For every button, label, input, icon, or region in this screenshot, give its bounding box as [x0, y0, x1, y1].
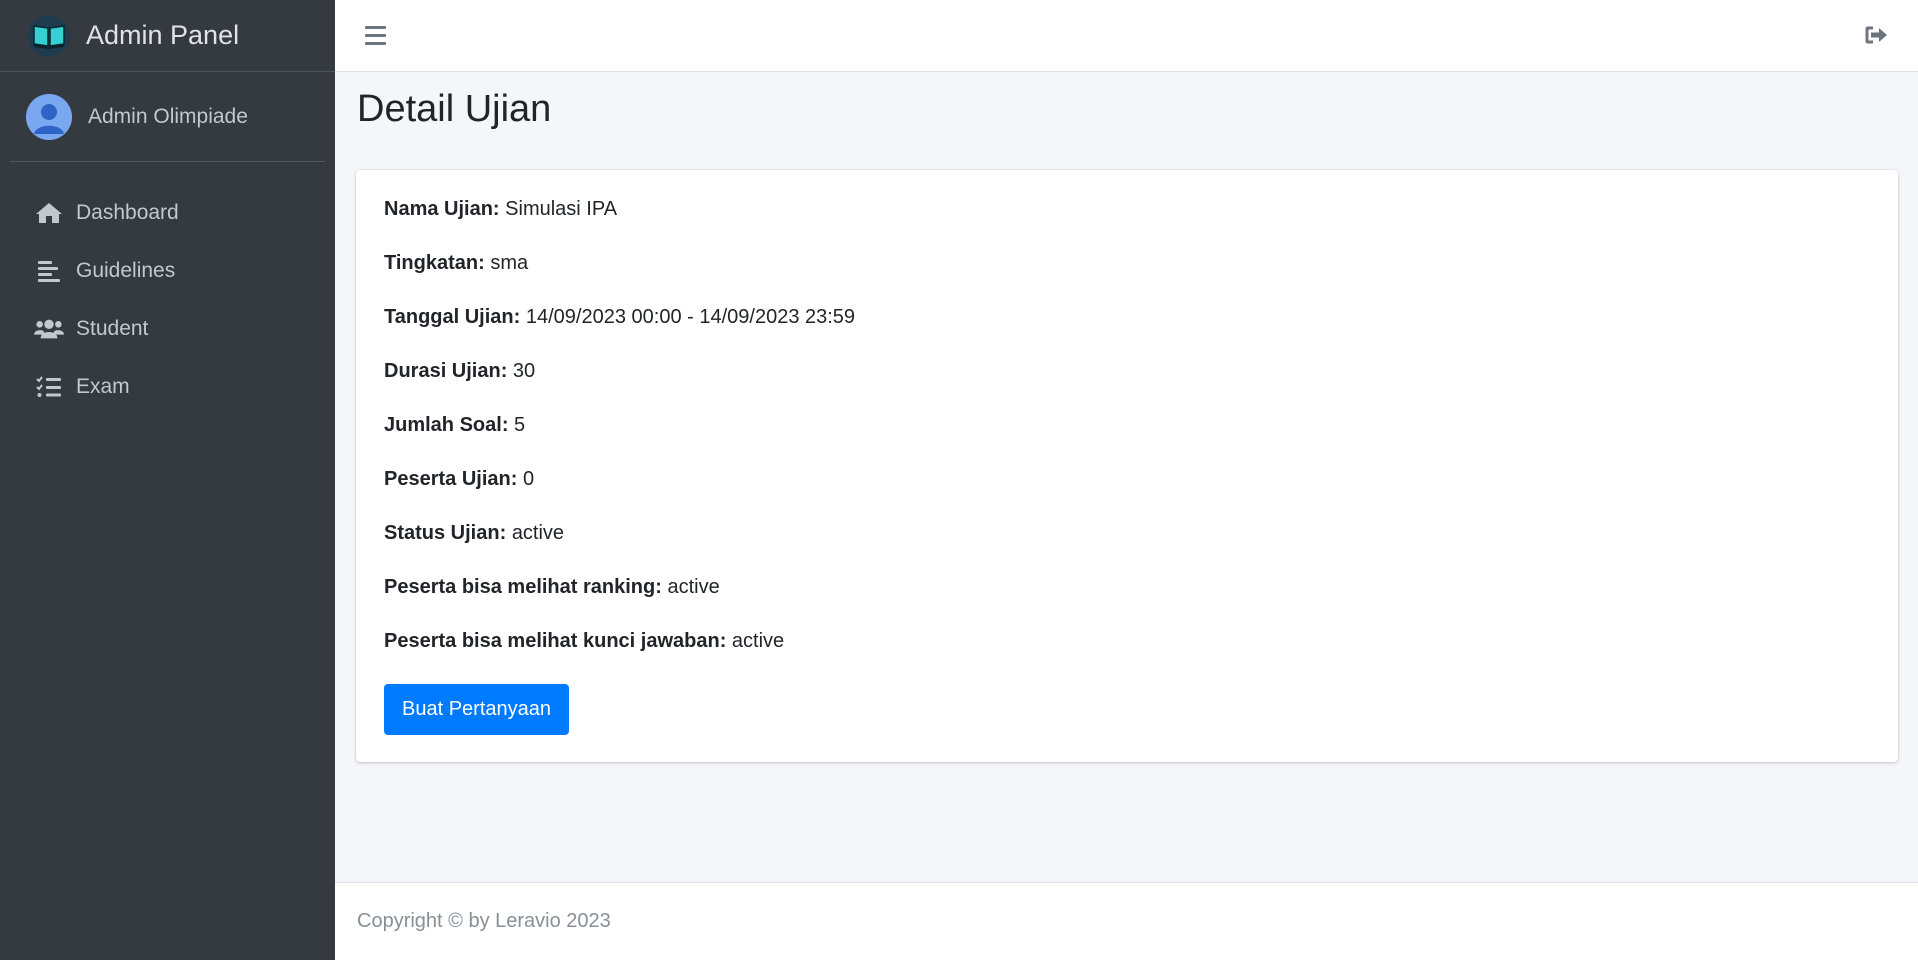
sidebar-item-label: Dashboard	[76, 201, 179, 224]
detail-lihat-kunci-jawaban: Peserta bisa melihat kunci jawaban: acti…	[384, 628, 1870, 682]
top-navbar	[335, 0, 1918, 72]
sidebar-item-exam[interactable]: Exam	[0, 358, 335, 416]
copyright-text: Copyright © by Leravio 2023	[357, 910, 611, 932]
detail-jumlah-soal: Jumlah Soal: 5	[384, 412, 1870, 466]
detail-durasi-ujian: Durasi Ujian: 30	[384, 358, 1870, 412]
detail-label: Nama Ujian:	[384, 198, 500, 220]
home-icon	[34, 200, 64, 226]
detail-label: Peserta bisa melihat kunci jawaban:	[384, 630, 727, 652]
user-name[interactable]: Admin Olimpiade	[88, 105, 248, 129]
detail-value: Simulasi IPA	[505, 198, 618, 220]
sidebar-item-label: Exam	[76, 375, 130, 398]
brand-title: Admin Panel	[86, 20, 240, 50]
sidebar: Admin Panel Admin Olimpiade Dashboard Gu…	[0, 0, 335, 960]
user-avatar-icon	[26, 93, 72, 140]
exam-detail-card: Nama Ujian: Simulasi IPA Tingkatan: sma …	[356, 170, 1898, 762]
page-title: Detail Ujian	[357, 88, 552, 130]
detail-label: Jumlah Soal:	[384, 414, 509, 436]
user-panel: Admin Olimpiade	[10, 72, 325, 162]
detail-value: active	[667, 576, 720, 598]
detail-label: Tingkatan:	[384, 252, 485, 274]
detail-label: Tanggal Ujian:	[384, 306, 521, 328]
open-book-icon	[28, 14, 70, 57]
detail-tanggal-ujian: Tanggal Ujian: 14/09/2023 00:00 - 14/09/…	[384, 304, 1870, 358]
detail-status-ujian: Status Ujian: active	[384, 520, 1870, 574]
sidebar-nav: Dashboard Guidelines Student Exam	[0, 162, 335, 416]
sign-out-icon[interactable]	[1862, 20, 1892, 50]
detail-label: Peserta bisa melihat ranking:	[384, 576, 662, 598]
sidebar-item-dashboard[interactable]: Dashboard	[0, 184, 335, 242]
detail-peserta-ujian: Peserta Ujian: 0	[384, 466, 1870, 520]
users-icon	[34, 316, 64, 342]
detail-label: Status Ujian:	[384, 522, 507, 544]
detail-tingkatan: Tingkatan: sma	[384, 250, 1870, 304]
detail-value: 30	[512, 360, 536, 382]
detail-lihat-ranking: Peserta bisa melihat ranking: active	[384, 574, 1870, 628]
sidebar-item-label: Student	[76, 317, 149, 340]
sidebar-item-guidelines[interactable]: Guidelines	[0, 242, 335, 300]
detail-value: 0	[522, 468, 535, 490]
footer: Copyright © by Leravio 2023	[335, 882, 1918, 960]
list-check-icon	[34, 374, 64, 400]
detail-value: sma	[490, 252, 529, 274]
align-left-icon	[34, 258, 64, 284]
create-question-button[interactable]: Buat Pertanyaan	[384, 684, 569, 735]
detail-label: Durasi Ujian:	[384, 360, 508, 382]
brand-link[interactable]: Admin Panel	[0, 0, 335, 72]
sidebar-item-label: Guidelines	[76, 259, 176, 282]
detail-label: Peserta Ujian:	[384, 468, 518, 490]
detail-value: active	[511, 522, 565, 544]
detail-value: active	[731, 630, 785, 652]
detail-value: 14/09/2023 00:00 - 14/09/2023 23:59	[525, 306, 856, 328]
detail-value: 5	[514, 414, 526, 436]
sidebar-item-student[interactable]: Student	[0, 300, 335, 358]
detail-nama-ujian: Nama Ujian: Simulasi IPA	[384, 196, 1870, 250]
hamburger-icon[interactable]	[365, 22, 391, 48]
